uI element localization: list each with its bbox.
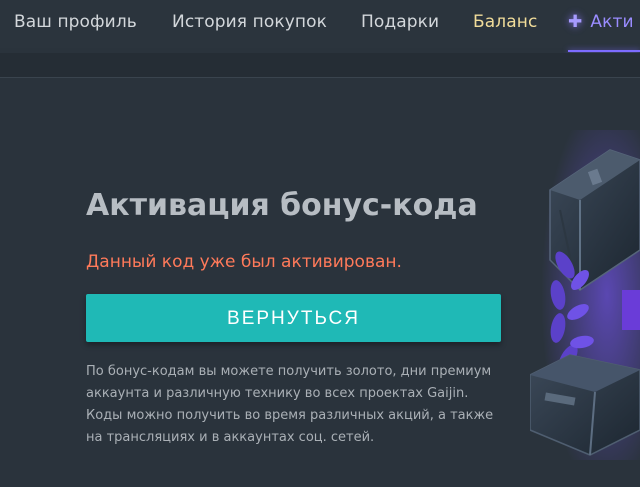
active-tab-indicator [568, 50, 640, 52]
tab-gifts[interactable]: Подарки [361, 12, 439, 32]
sub-header-strip [0, 53, 640, 78]
tab-balance[interactable]: Баланс [473, 12, 537, 32]
top-navigation: Ваш профиль История покупок Подарки Бала… [0, 0, 640, 52]
tab-activate-label: Акти [590, 12, 634, 32]
bonus-chest-illustration [530, 130, 640, 460]
error-message: Данный код уже был активирован. [86, 252, 402, 272]
info-line: По бонус-кодам вы можете получить золото… [86, 364, 492, 379]
tab-purchase-history[interactable]: История покупок [172, 12, 327, 32]
plus-icon: ✚ [568, 12, 583, 32]
tab-profile[interactable]: Ваш профиль [14, 12, 137, 32]
info-line: на трансляциях и в аккаунтах соц. сетей. [86, 430, 375, 445]
info-line: аккаунта и различную технику во всех про… [86, 386, 469, 401]
tab-activate[interactable]: ✚ Акти [568, 12, 634, 32]
back-button[interactable]: ВЕРНУТЬСЯ [86, 294, 501, 342]
page-title: Активация бонус-кода [86, 188, 478, 223]
badge-icon [622, 290, 640, 330]
info-line: Коды можно получить во время различных а… [86, 408, 494, 423]
info-text: По бонус-кодам вы можете получить золото… [86, 361, 506, 449]
